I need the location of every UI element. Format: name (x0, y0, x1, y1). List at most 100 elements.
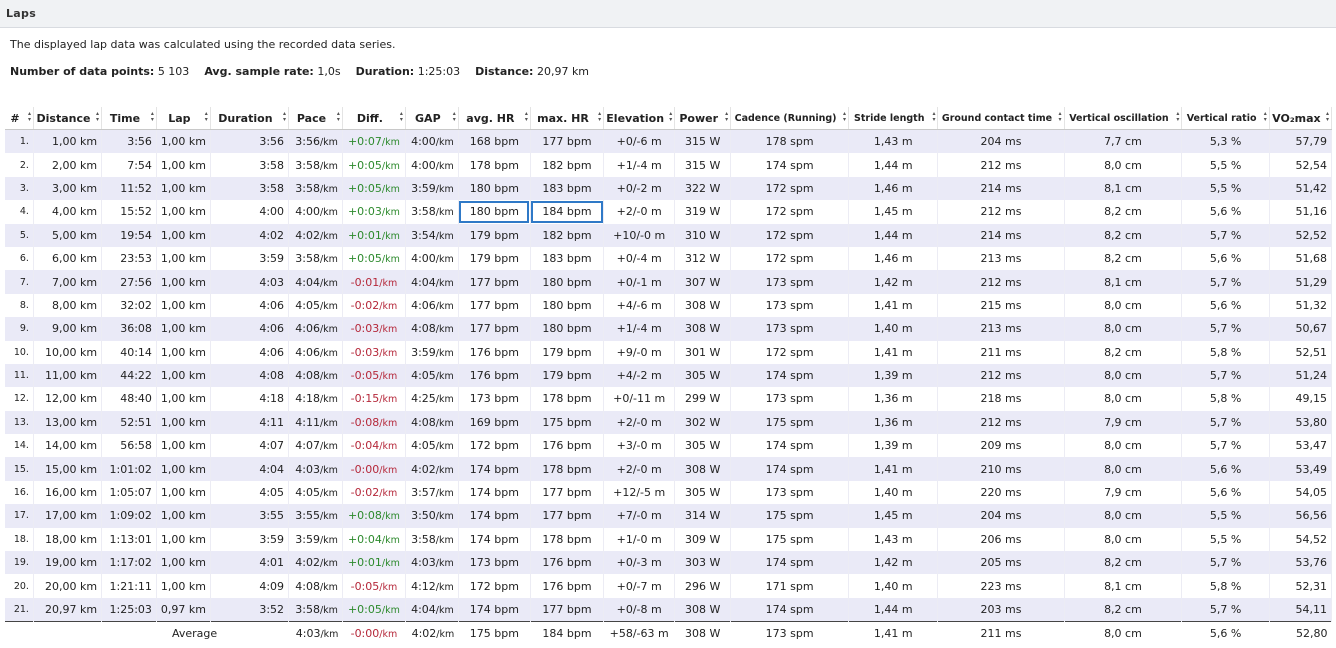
table-cell[interactable]: 36:08 (101, 317, 157, 341)
table-cell[interactable]: 5,00 km (33, 223, 103, 247)
table-cell[interactable]: 1:01:02 (101, 457, 157, 481)
table-cell[interactable]: +0:01/km (342, 223, 406, 247)
table-cell[interactable]: 3:57/km (405, 480, 459, 505)
table-cell[interactable]: 308 W (674, 597, 732, 622)
table-cell[interactable]: 1,00 km (156, 153, 211, 177)
table-cell[interactable]: 8,0 cm (1064, 504, 1183, 528)
table-cell[interactable]: 4:18 (210, 387, 290, 411)
table-cell[interactable]: 1,00 km (156, 457, 211, 481)
table-cell[interactable]: 3:58/km (288, 153, 343, 177)
table-cell[interactable]: 8,2 cm (1064, 200, 1183, 224)
table-cell[interactable]: 1,00 km (156, 551, 211, 575)
table-cell[interactable]: 1,00 km (156, 129, 211, 154)
table-row[interactable]: 12. 12,00 km 48:40 1,00 km 4:18 4:18/km -0:15/… (5, 387, 1333, 411)
table-cell[interactable]: 1,46 m (848, 246, 939, 271)
table-row[interactable]: 1. 1,00 km 3:56 1,00 km 3:56 3:56/km +0:07/km 4… (5, 129, 1333, 154)
table-row[interactable]: 20. 20,00 km 1:21:11 1,00 km 4:09 4:08/km -0:0… (5, 574, 1333, 598)
table-cell[interactable]: +3/-0 m (603, 434, 676, 458)
table-cell[interactable]: 1,00 km (156, 200, 211, 224)
table-cell[interactable]: 7. (5, 270, 34, 294)
table-cell[interactable]: 183 bpm (530, 176, 605, 201)
table-cell[interactable]: 3:59/km (288, 527, 343, 552)
table-cell[interactable]: 4:04/km (405, 270, 459, 294)
column-header[interactable]: Power (674, 107, 732, 130)
table-cell[interactable]: 210 ms (937, 457, 1065, 481)
table-cell[interactable]: 1,00 km (156, 176, 211, 201)
table-cell[interactable]: 27:56 (101, 270, 157, 294)
table-cell[interactable]: 4:07/km (288, 434, 343, 458)
table-cell[interactable]: 8,2 cm (1064, 246, 1183, 271)
table-cell[interactable]: 174 bpm (458, 480, 531, 505)
table-cell[interactable]: +0/-6 m (603, 129, 676, 154)
table-cell[interactable]: 180 bpm (530, 317, 605, 341)
table-cell[interactable]: 4:03/km (288, 457, 343, 481)
table-cell[interactable]: 310 W (674, 223, 732, 247)
table-cell[interactable]: 4:00/km (405, 246, 459, 271)
table-cell[interactable]: 1,00 km (156, 504, 211, 528)
table-cell[interactable]: 4:03/km (405, 551, 459, 575)
table-cell[interactable]: 174 spm (730, 153, 850, 177)
table-cell[interactable]: 54,52 (1269, 527, 1333, 552)
table-cell[interactable]: 3:56 (210, 129, 290, 154)
table-cell[interactable]: -0:00/km (342, 457, 406, 481)
table-cell[interactable]: 213 ms (937, 246, 1065, 271)
table-cell[interactable]: 5,8 % (1181, 387, 1270, 411)
table-cell[interactable]: 1:05:07 (101, 480, 157, 505)
table-cell[interactable]: 51,32 (1269, 293, 1333, 318)
table-cell[interactable]: 4:25/km (405, 387, 459, 411)
table-cell[interactable]: 52:51 (101, 410, 157, 435)
table-row[interactable]: 7. 7,00 km 27:56 1,00 km 4:03 4:04/km -0:01/km… (5, 270, 1333, 294)
table-cell[interactable]: 173 bpm (458, 387, 531, 411)
table-cell[interactable]: 173 spm (730, 270, 850, 294)
table-cell[interactable]: 1,00 km (33, 129, 103, 154)
table-cell[interactable]: 3:56/km (288, 129, 343, 154)
table-cell[interactable]: 8,00 km (33, 293, 103, 318)
column-header[interactable]: max. HR (530, 107, 605, 130)
table-cell[interactable]: 179 bpm (458, 246, 531, 271)
table-row[interactable]: 6. 6,00 km 23:53 1,00 km 3:59 3:58/km +0:05/km… (5, 246, 1333, 271)
table-cell[interactable]: 178 bpm (530, 527, 605, 552)
table-cell[interactable]: 8,0 cm (1064, 293, 1183, 318)
table-cell[interactable]: 177 bpm (530, 129, 605, 154)
table-cell[interactable]: 3. (5, 176, 34, 201)
table-cell[interactable]: 4:04 (210, 457, 290, 481)
table-cell[interactable]: 4:08 (210, 363, 290, 388)
table-row[interactable]: 8. 8,00 km 32:02 1,00 km 4:06 4:05/km -0:02/km… (5, 293, 1333, 318)
table-cell[interactable]: 8,2 cm (1064, 597, 1183, 622)
table-row[interactable]: 11. 11,00 km 44:22 1,00 km 4:08 4:08/km -0:05/… (5, 363, 1333, 388)
column-header[interactable]: Lap (156, 107, 211, 130)
table-cell[interactable]: 4:09 (210, 574, 290, 598)
table-cell[interactable]: 5,7 % (1181, 551, 1270, 575)
table-cell[interactable]: 1,46 m (848, 176, 939, 201)
table-cell[interactable]: 1,45 m (848, 200, 939, 224)
table-cell[interactable]: 5,7 % (1181, 317, 1270, 341)
table-cell[interactable]: 2. (5, 153, 34, 177)
table-cell[interactable]: 319 W (674, 200, 732, 224)
table-cell[interactable]: 4:05/km (288, 480, 343, 505)
table-cell[interactable]: 3:55/km (288, 504, 343, 528)
table-cell[interactable]: 3:55 (210, 504, 290, 528)
table-cell[interactable]: 223 ms (937, 574, 1065, 598)
table-cell[interactable]: 11,00 km (33, 363, 103, 388)
table-cell[interactable]: 212 ms (937, 153, 1065, 177)
table-cell[interactable]: 1,00 km (156, 293, 211, 318)
table-cell[interactable]: 4:11 (210, 410, 290, 435)
table-cell[interactable]: 3,00 km (33, 176, 103, 201)
table-cell[interactable]: 220 ms (937, 480, 1065, 505)
table-cell[interactable]: 1,00 km (156, 270, 211, 294)
table-cell[interactable]: 8,0 cm (1064, 363, 1183, 388)
table-cell[interactable]: 52,54 (1269, 153, 1333, 177)
table-cell[interactable]: 183 bpm (530, 246, 605, 271)
table-cell[interactable]: 3:58/km (405, 527, 459, 552)
table-cell[interactable]: 1:25:03 (101, 597, 157, 622)
table-cell[interactable]: 176 bpm (530, 551, 605, 575)
table-cell[interactable]: 20,00 km (33, 574, 103, 598)
table-cell[interactable]: 16,00 km (33, 480, 103, 505)
table-row[interactable]: 21. 20,97 km 1:25:03 0,97 km 3:52 3:58/km +0:0… (5, 597, 1333, 622)
table-cell[interactable]: +1/-0 m (603, 527, 676, 552)
table-cell[interactable]: 178 spm (730, 129, 850, 154)
table-cell[interactable]: 315 W (674, 153, 732, 177)
table-cell[interactable]: 1. (5, 129, 34, 154)
table-cell[interactable]: 1,40 m (848, 574, 939, 598)
table-cell[interactable]: +1/-4 m (603, 317, 676, 341)
